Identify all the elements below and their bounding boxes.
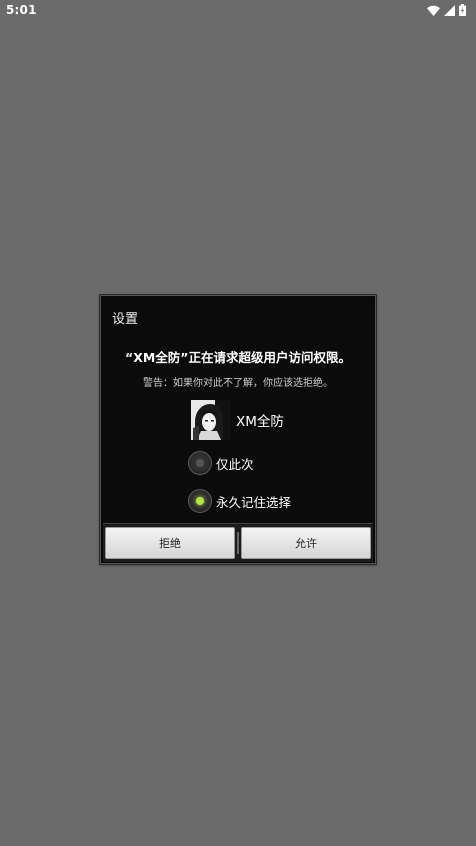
radio-once[interactable] <box>188 451 212 475</box>
option-once-label: 仅此次 <box>216 456 254 472</box>
request-headline: “XM全防”正在请求超级用户访问权限。 <box>124 350 351 365</box>
button-divider <box>237 532 239 554</box>
button-bar: 拒绝 允许 <box>103 523 373 562</box>
app-icon <box>191 400 231 440</box>
app-info: XM全防 <box>191 400 284 440</box>
dialog-body: 设置 “XM全防”正在请求超级用户访问权限。 警告：如果你对此不了解，你应该选拒… <box>103 298 373 523</box>
warning-text: 警告：如果你对此不了解，你应该选拒绝。 <box>143 378 333 389</box>
signal-icon <box>444 4 455 16</box>
status-bar: 5:01 <box>0 0 476 22</box>
option-remember-label: 永久记住选择 <box>216 494 292 510</box>
battery-icon <box>459 4 466 16</box>
radio-remember[interactable] <box>188 489 212 513</box>
option-once[interactable]: 仅此次 <box>188 450 254 476</box>
wifi-icon <box>427 5 440 16</box>
option-remember[interactable]: 永久记住选择 <box>188 488 291 514</box>
status-time: 5:01 <box>6 3 37 17</box>
app-name: XM全防 <box>236 414 284 430</box>
superuser-dialog: 设置 “XM全防”正在请求超级用户访问权限。 警告：如果你对此不了解，你应该选拒… <box>100 295 376 564</box>
allow-button[interactable]: 允许 <box>241 527 371 559</box>
dialog-title: 设置 <box>112 312 139 327</box>
status-icons <box>427 4 466 16</box>
deny-button[interactable]: 拒绝 <box>105 527 235 559</box>
